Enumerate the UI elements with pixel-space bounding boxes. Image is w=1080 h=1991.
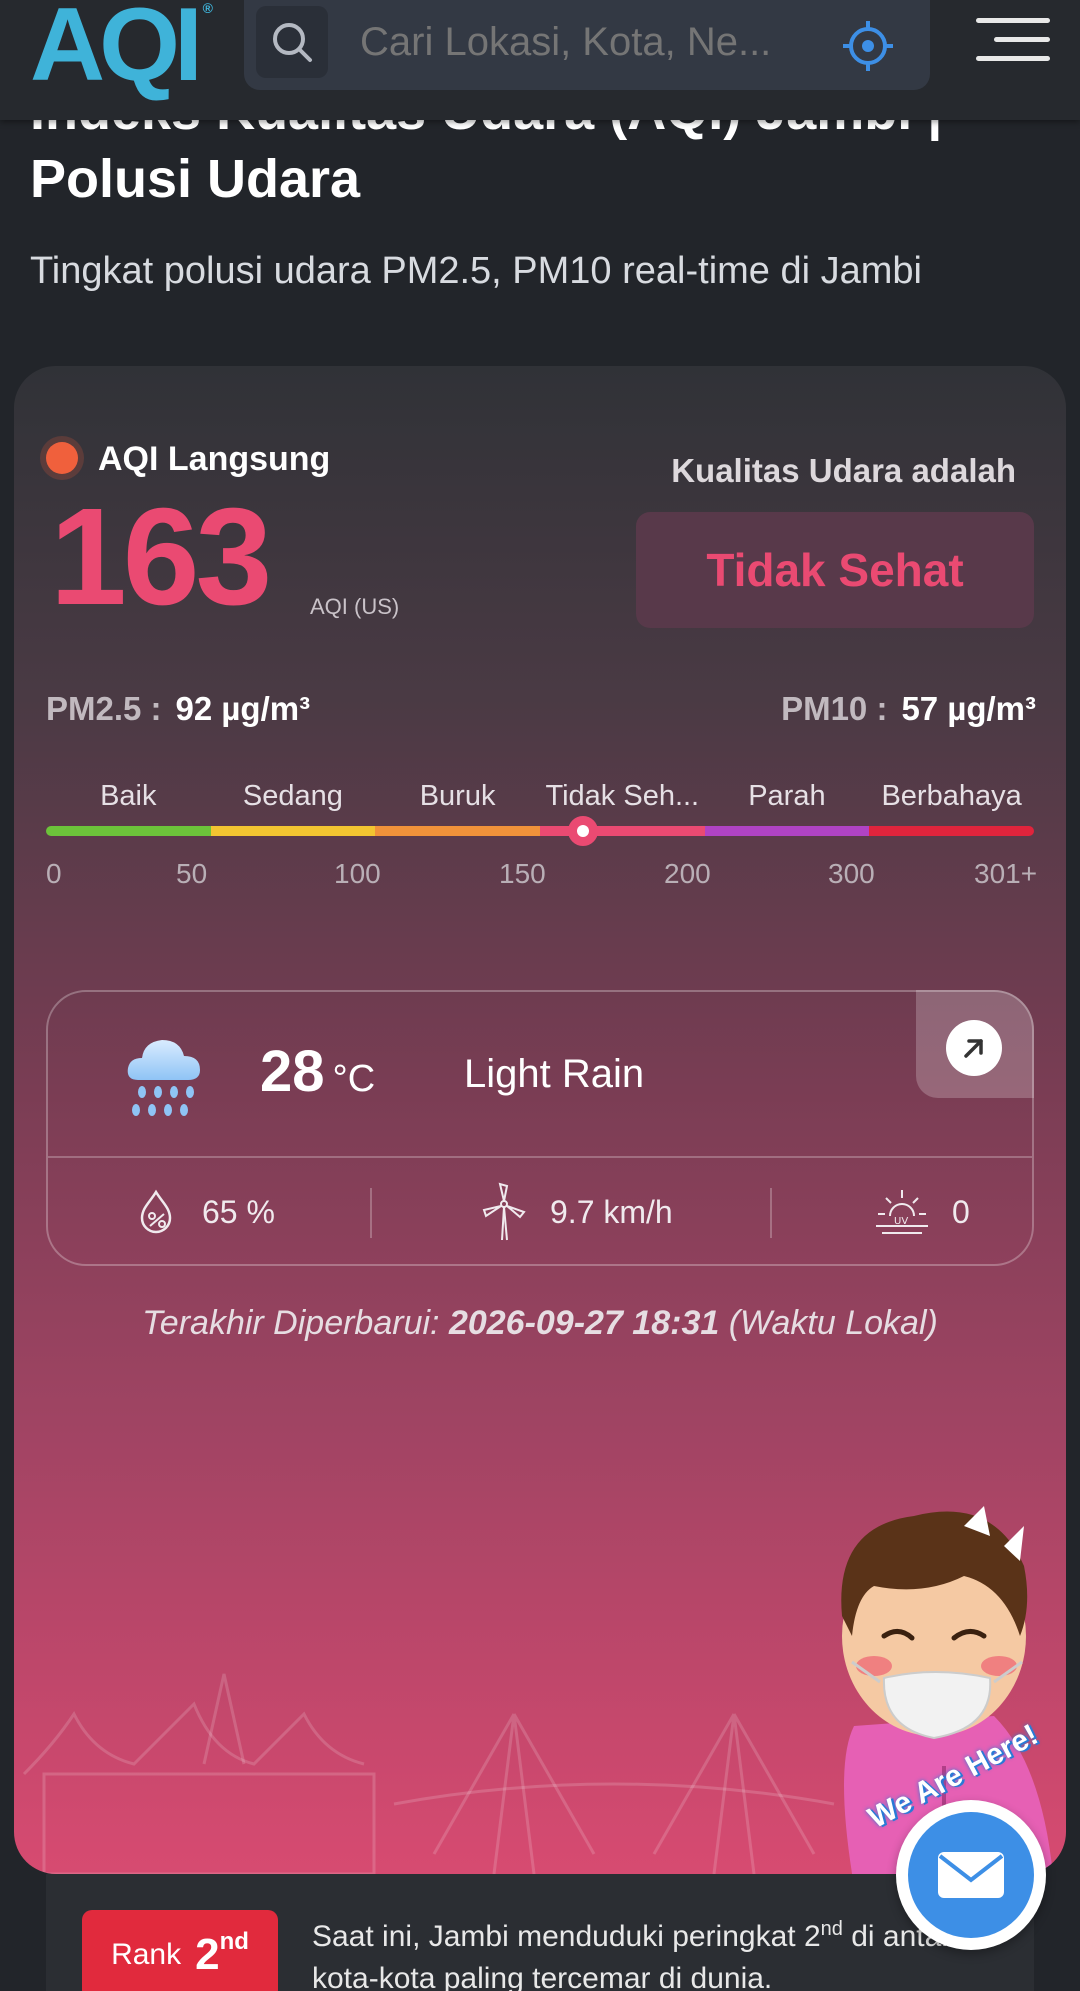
stat-separator <box>770 1188 772 1238</box>
aqi-logo[interactable]: AQI ® <box>30 0 213 105</box>
scale-label-parah: Parah <box>748 780 826 812</box>
page-title-line2: Polusi Udara <box>30 149 361 209</box>
scale-segment-baik <box>46 826 211 836</box>
scale-segment-buruk <box>375 826 541 836</box>
search-icon <box>273 23 312 62</box>
scale-label-tidak-sehat: Tidak Seh... <box>545 780 700 812</box>
pm25-readout: PM2.5 : 92 µg/m³ <box>46 690 310 728</box>
last-updated-suffix: (Waktu Lokal) <box>728 1304 938 1342</box>
aqi-unit: AQI (US) <box>310 594 400 619</box>
humidity-icon <box>140 1189 172 1234</box>
humidity-stat: 65 % <box>132 1182 275 1242</box>
arrow-up-right-icon <box>946 1020 1002 1076</box>
pm10-value: 57 µg/m³ <box>901 690 1036 727</box>
pm25-value: 92 µg/m³ <box>175 690 311 727</box>
logo-text: AQI <box>30 0 203 103</box>
pm10-label: PM10 : <box>781 690 888 727</box>
scale-tick: 150 <box>499 858 546 889</box>
scale-tick: 300 <box>828 858 875 889</box>
humidity-value: 65 % <box>202 1193 275 1230</box>
search-bar[interactable] <box>244 0 930 90</box>
search-button[interactable] <box>256 6 328 78</box>
wind-stat: 9.7 km/h <box>480 1182 673 1242</box>
aqi-scale-ticks: 0 50 100 150 200 300 301+ <box>46 858 1038 894</box>
temperature-unit: °C <box>332 1058 376 1100</box>
aqi-scale-labels: Baik Sedang Buruk Tidak Seh... Parah Ber… <box>46 780 1034 820</box>
pm10-readout: PM10 : 57 µg/m³ <box>781 690 1036 728</box>
scale-segment-berbahaya <box>869 826 1034 836</box>
air-quality-label: Kualitas Udara adalah <box>671 452 1016 489</box>
scale-tick: 301+ <box>974 858 1038 889</box>
stat-separator <box>370 1188 372 1238</box>
rank-ordinal: nd <box>219 1928 249 1955</box>
pm25-label: PM2.5 : <box>46 690 162 727</box>
live-aqi-label: AQI Langsung <box>98 440 331 478</box>
message-button[interactable] <box>896 1800 1046 1950</box>
rank-text-before: Saat ini, Jambi menduduki peringkat 2 <box>312 1920 821 1953</box>
aqi-scale-bar <box>46 826 1034 836</box>
wind-turbine-icon <box>482 1182 526 1241</box>
last-updated-label: Terakhir Diperbarui: <box>142 1304 440 1342</box>
live-indicator-icon <box>46 442 78 474</box>
rank-section: Rank 2nd Saat ini, Jambi menduduki perin… <box>46 1874 1034 1991</box>
aqi-value: 163 <box>50 480 272 634</box>
rank-description: Saat ini, Jambi menduduki peringkat 2nd … <box>312 1908 1012 1991</box>
scale-segment-sedang <box>210 826 376 836</box>
wind-value: 9.7 km/h <box>550 1193 673 1230</box>
rank-text-sup: nd <box>820 1918 843 1940</box>
last-updated: Terakhir Diperbarui: 2026-09-27 18:31 (W… <box>14 1304 1066 1343</box>
svg-text:UV: UV <box>894 1216 908 1227</box>
scale-tick: 0 <box>46 858 62 889</box>
scale-label-berbahaya: Berbahaya <box>881 780 1022 812</box>
rank-number: 2 <box>195 1930 220 1979</box>
scale-tick: 100 <box>334 858 381 889</box>
weather-divider <box>48 1156 1032 1158</box>
aqi-card: AQI Langsung 163 AQI (US) Kualitas Udara… <box>14 366 1066 1874</box>
scale-segment-tidak-sehat <box>540 826 705 836</box>
rank-badge[interactable]: Rank 2nd <box>82 1910 278 1991</box>
weather-panel: 28 °C Light Rain 65 % 9.7 km/h UV 0 <box>46 990 1034 1266</box>
scale-label-sedang: Sedang <box>242 780 343 812</box>
aqi-scale-marker <box>567 816 598 846</box>
rank-label: Rank <box>111 1938 182 1971</box>
scale-tick: 200 <box>664 858 711 889</box>
scale-tick: 50 <box>176 858 208 889</box>
page-subtitle: Tingkat polusi udara PM2.5, PM10 real-ti… <box>30 250 922 292</box>
envelope-icon <box>908 1812 1034 1938</box>
uv-index-icon: UV <box>876 1190 928 1234</box>
temperature-value: 28 <box>260 1039 325 1104</box>
scale-label-baik: Baik <box>100 780 157 812</box>
uv-stat: UV 0 <box>874 1182 970 1242</box>
scale-segment-parah <box>704 826 870 836</box>
temperature: 28 °C <box>260 1038 375 1105</box>
scale-label-buruk: Buruk <box>419 780 496 812</box>
weather-details-button[interactable] <box>916 990 1034 1098</box>
hamburger-menu-icon[interactable] <box>976 18 1050 68</box>
registered-mark: ® <box>202 0 213 16</box>
top-bar: AQI ® <box>0 0 1080 120</box>
air-quality-status-badge: Tidak Sehat <box>636 512 1034 628</box>
search-input[interactable] <box>360 20 820 65</box>
location-target-icon[interactable] <box>840 18 896 74</box>
last-updated-datetime: 2026-09-27 18:31 <box>448 1304 720 1342</box>
weather-condition: Light Rain <box>464 1052 645 1096</box>
cloud-rain-icon <box>127 1040 200 1116</box>
uv-value: 0 <box>952 1193 970 1230</box>
